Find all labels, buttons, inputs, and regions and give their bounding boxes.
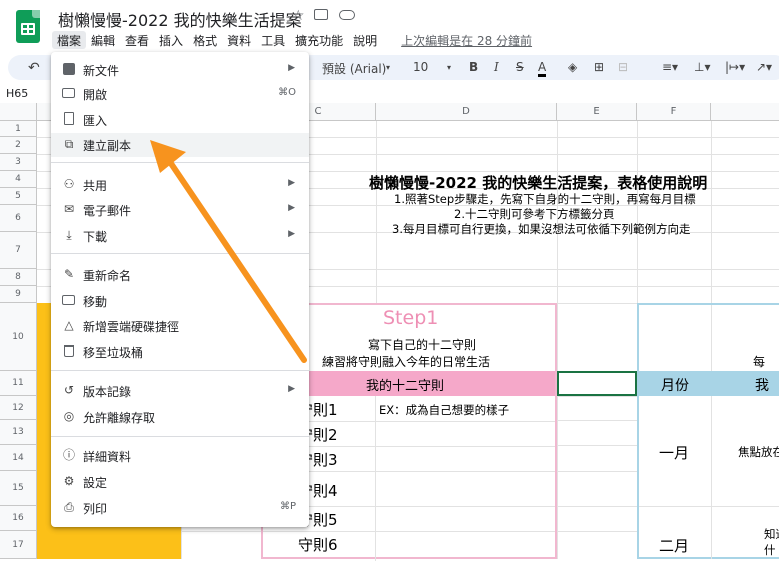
annotation-arrow bbox=[150, 140, 307, 363]
